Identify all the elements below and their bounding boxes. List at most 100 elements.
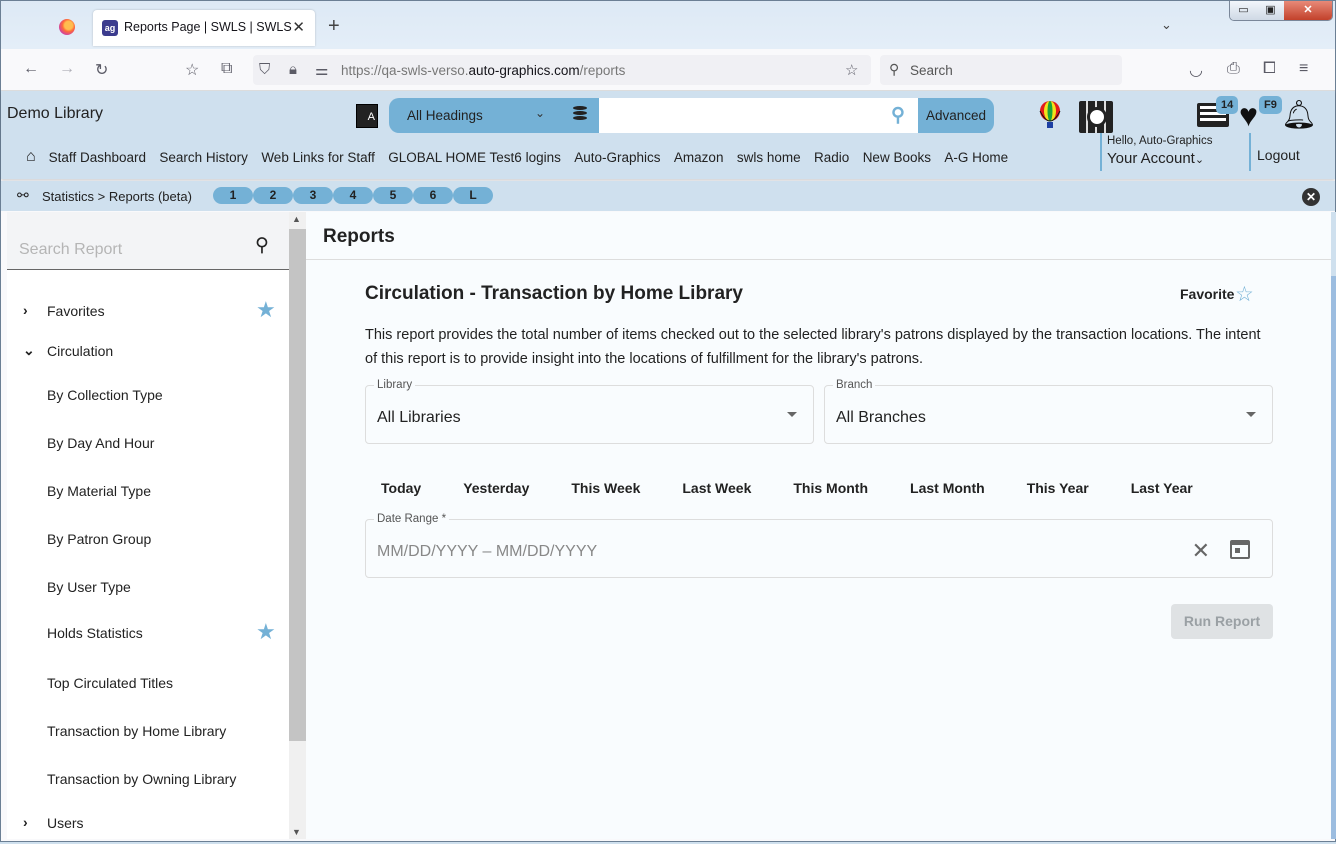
preset-today[interactable]: Today <box>365 478 437 498</box>
preset-last-year[interactable]: Last Year <box>1105 478 1209 498</box>
link-search-history[interactable]: Search History <box>159 150 248 165</box>
sidebar-item-by-material-type[interactable]: By Material Type <box>7 472 289 512</box>
quick-tab-3[interactable]: 3 <box>293 187 333 204</box>
preset-last-month[interactable]: Last Month <box>884 478 1001 498</box>
chevron-down-icon[interactable]: ⌄ <box>535 106 545 120</box>
page-scrollbar[interactable] <box>1331 212 1336 839</box>
advanced-search-button[interactable]: Advanced <box>918 98 994 133</box>
report-title: Circulation - Transaction by Home Librar… <box>365 283 743 304</box>
link-web-links[interactable]: Web Links for Staff <box>261 150 375 165</box>
logout-link[interactable]: Logout <box>1257 147 1300 163</box>
link-auto-graphics[interactable]: Auto-Graphics <box>574 150 660 165</box>
favorites-heart-icon[interactable]: ♥ <box>1239 99 1258 131</box>
url-text[interactable]: https://qa-swls-verso.auto-graphics.com/… <box>341 63 625 78</box>
tab-close-icon[interactable]: ✕ <box>292 18 305 36</box>
date-range-label: Date Range * <box>374 513 450 525</box>
sidebar-item-top-circulated-titles[interactable]: Top Circulated Titles <box>7 664 289 704</box>
quick-tab-6[interactable]: 6 <box>413 187 453 204</box>
reload-icon[interactable]: ↻ <box>95 60 108 80</box>
preset-this-year[interactable]: This Year <box>1001 478 1105 498</box>
sidebar-item-label: By User Type <box>47 579 131 595</box>
close-icon[interactable]: ✕ <box>1302 188 1320 206</box>
preset-yesterday[interactable]: Yesterday <box>437 478 545 498</box>
scroll-down-icon[interactable]: ▼ <box>292 827 301 837</box>
balloon-icon[interactable] <box>1039 101 1061 129</box>
quick-tab-1[interactable]: 1 <box>213 187 253 204</box>
forward-icon[interactable]: → <box>59 60 75 78</box>
pocket-icon[interactable]: ◡ <box>1189 60 1203 80</box>
notifications-bell-icon[interactable]: 🔔︎ <box>1281 99 1317 131</box>
search-icon[interactable]: ⚲ <box>255 234 269 257</box>
scrollbar-thumb[interactable] <box>289 229 306 741</box>
permissions-icon[interactable]: ⚌ <box>315 61 328 79</box>
preset-this-week[interactable]: This Week <box>545 478 656 498</box>
link-amazon[interactable]: Amazon <box>674 150 724 165</box>
sidebar-item-transaction-by-home-library[interactable]: Transaction by Home Library <box>7 712 289 752</box>
quick-tab-2[interactable]: 2 <box>253 187 293 204</box>
sidebar-item-by-collection-type[interactable]: By Collection Type <box>7 376 289 416</box>
sidebar-group-circulation[interactable]: ⌄ Circulation <box>7 332 289 372</box>
star-icon[interactable]: ★ <box>256 297 276 323</box>
home-icon[interactable]: ⌂ <box>26 148 36 166</box>
extensions-icon[interactable]: ⧠ <box>1263 60 1276 78</box>
sidebar-group-users[interactable]: › Users <box>7 804 289 844</box>
preset-this-month[interactable]: This Month <box>767 478 884 498</box>
link-global-home[interactable]: GLOBAL HOME Test6 logins <box>388 150 561 165</box>
link-new-books[interactable]: New Books <box>863 150 931 165</box>
menu-icon[interactable]: ≡ <box>1299 60 1308 78</box>
bookmark-star-icon[interactable]: ☆ <box>185 60 199 80</box>
minimize-button[interactable]: ▭ <box>1230 1 1257 20</box>
clear-icon[interactable]: ✕ <box>1192 538 1210 564</box>
library-select[interactable]: Library All Libraries <box>365 379 814 444</box>
print-icon[interactable]: ⎙ <box>1227 60 1240 78</box>
star-icon[interactable]: ★ <box>256 619 276 645</box>
dropdown-arrow-icon <box>1246 412 1256 417</box>
new-tab-icon[interactable]: + <box>328 15 340 38</box>
sidebar-item-by-patron-group[interactable]: By Patron Group <box>7 520 289 560</box>
link-radio[interactable]: Radio <box>814 150 849 165</box>
tab-reports[interactable]: ag Reports Page | SWLS | SWLS | Auto-Gra… <box>93 10 315 46</box>
favorite-star-icon[interactable]: ☆ <box>1235 282 1254 307</box>
quick-tab-5[interactable]: 5 <box>373 187 413 204</box>
sidebar-item-label: Transaction by Home Library <box>47 723 227 739</box>
preset-last-week[interactable]: Last Week <box>656 478 767 498</box>
sidebar-group-favorites[interactable]: › Favorites ★ <box>7 292 289 332</box>
link-ag-home[interactable]: A-G Home <box>944 150 1008 165</box>
your-account-menu[interactable]: Your Account⌄ <box>1107 150 1204 167</box>
page-scrollbar-thumb[interactable] <box>1331 276 1336 839</box>
catalog-search-input[interactable] <box>599 98 918 133</box>
calendar-icon[interactable] <box>1230 540 1250 559</box>
sidebar-item-holds-statistics[interactable]: Holds Statistics ★ <box>7 614 289 654</box>
scroll-up-icon[interactable]: ▲ <box>292 214 301 224</box>
sidebar-item-by-day-and-hour[interactable]: By Day And Hour <box>7 424 289 464</box>
sidebar-item-transaction-by-owning-library[interactable]: Transaction by Owning Library <box>7 760 289 800</box>
date-range-input[interactable]: Date Range * MM/DD/YYYY – MM/DD/YYYY ✕ <box>365 513 1273 578</box>
back-icon[interactable]: ← <box>23 60 39 78</box>
firefox-icon[interactable] <box>59 19 75 35</box>
quick-tab-l[interactable]: L <box>453 187 493 204</box>
bookmark-page-icon[interactable]: ☆ <box>845 61 858 79</box>
tab-list-chevron-icon[interactable]: ⌄ <box>1161 17 1172 33</box>
run-report-button[interactable]: Run Report <box>1171 604 1273 639</box>
search-report-input[interactable]: Search Report ⚲ <box>7 212 289 270</box>
database-icon[interactable] <box>573 106 587 123</box>
link-staff-dashboard[interactable]: Staff Dashboard <box>49 150 146 165</box>
branch-select[interactable]: Branch All Branches <box>824 379 1273 444</box>
link-swls-home[interactable]: swls home <box>737 150 801 165</box>
browser-search-bar[interactable]: ⚲ Search <box>880 55 1122 85</box>
lock-icon[interactable]: 🔒︎ <box>289 61 297 78</box>
share-icon[interactable]: ⧉ <box>221 60 232 78</box>
search-icon[interactable]: ⚲ <box>891 104 905 127</box>
breadcrumb[interactable]: Statistics > Reports (beta) <box>42 189 192 204</box>
branch-label: Branch <box>833 379 876 391</box>
language-icon[interactable]: A <box>356 104 378 128</box>
url-bar[interactable]: ⛉ 🔒︎ ⚌ https://qa-swls-verso.auto-graphi… <box>253 55 871 85</box>
image-search-icon[interactable] <box>1079 101 1113 133</box>
sidebar-scrollbar[interactable]: ▲ ▼ <box>289 212 306 839</box>
quick-tab-4[interactable]: 4 <box>333 187 373 204</box>
search-scope-select[interactable]: All Headings <box>407 108 483 123</box>
sidebar-item-by-user-type[interactable]: By User Type <box>7 568 289 608</box>
shield-icon[interactable]: ⛉ <box>259 61 270 78</box>
close-window-button[interactable]: ✕ <box>1284 1 1332 20</box>
maximize-button[interactable]: ▣ <box>1257 1 1284 20</box>
